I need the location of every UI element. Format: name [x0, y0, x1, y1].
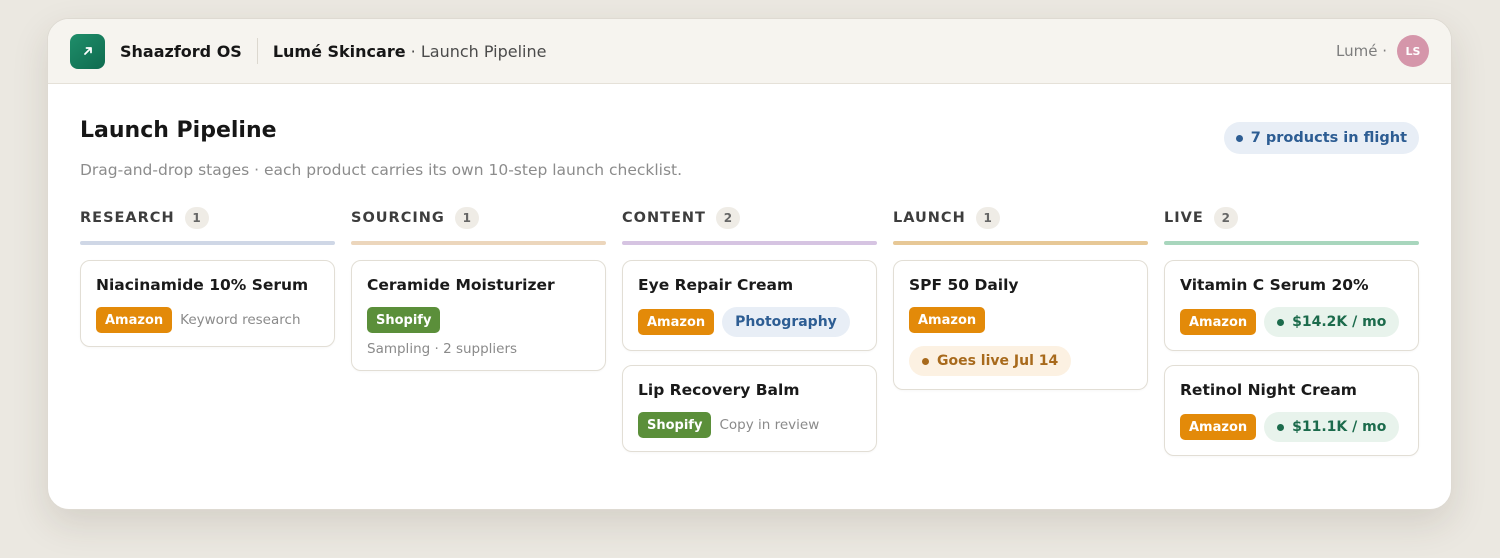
channel-tag-amazon: Amazon	[638, 309, 715, 335]
card-title: Retinol Night Cream	[1180, 381, 1357, 399]
column-divider	[1164, 241, 1419, 245]
status-dot-icon	[1277, 423, 1285, 431]
channel-tag-amazon: Amazon	[1180, 414, 1257, 440]
product-card[interactable]: Niacinamide 10% Serum Amazon Keyword res…	[80, 260, 335, 347]
product-card[interactable]: SPF 50 Daily Amazon Goes live Jul 14	[893, 260, 1148, 390]
breadcrumb-page: Launch Pipeline	[420, 41, 547, 61]
channel-tag-amazon: Amazon	[1180, 309, 1257, 335]
product-card[interactable]: Ceramide Moisturizer Shopify Sampling · …	[351, 260, 606, 371]
launch-date-label: Goes live Jul 14	[937, 353, 1059, 369]
column-header: CONTENT 2	[622, 206, 877, 230]
status-dot-icon	[1235, 134, 1243, 142]
in-flight-badge: 7 products in flight	[1223, 122, 1419, 154]
column-divider	[351, 241, 606, 245]
breadcrumb: Lumé Skincare · Launch Pipeline	[273, 42, 547, 61]
column-content: CONTENT 2 Eye Repair Cream Amazon Photog…	[622, 206, 877, 456]
top-bar: Shaazford OS Lumé Skincare · Launch Pipe…	[48, 19, 1451, 84]
in-flight-label: 7 products in flight	[1250, 130, 1407, 146]
column-research: RESEARCH 1 Niacinamide 10% Serum Amazon …	[80, 206, 335, 456]
card-title: SPF 50 Daily	[909, 276, 1019, 294]
card-title: Ceramide Moisturizer	[367, 276, 555, 294]
column-divider	[893, 241, 1148, 245]
card-note: Sampling · 2 suppliers	[367, 341, 518, 357]
column-launch: LAUNCH 1 SPF 50 Daily Amazon Goes live J…	[893, 206, 1148, 456]
channel-tag-shopify: Shopify	[367, 307, 441, 333]
column-header: LIVE 2	[1164, 206, 1419, 230]
column-title: SOURCING	[351, 210, 445, 226]
status-dot-icon	[922, 357, 929, 365]
revenue-pill: $14.2K / mo	[1264, 307, 1400, 337]
product-card[interactable]: Eye Repair Cream Amazon Photography	[622, 260, 877, 351]
divider	[256, 38, 258, 64]
app-name: Shaazford OS	[120, 41, 242, 61]
column-count-badge: 1	[975, 207, 1000, 229]
column-sourcing: SOURCING 1 Ceramide Moisturizer Shopify …	[351, 206, 606, 456]
revenue-label: $11.1K / mo	[1292, 419, 1387, 435]
card-title: Eye Repair Cream	[638, 276, 794, 294]
product-card[interactable]: Lip Recovery Balm Shopify Copy in review	[622, 365, 877, 452]
column-title: CONTENT	[622, 210, 706, 226]
card-note: Copy in review	[719, 417, 820, 433]
main-content: Launch Pipeline Drag-and-drop stages · e…	[48, 84, 1451, 456]
column-title: LIVE	[1164, 210, 1204, 226]
product-card[interactable]: Vitamin C Serum 20% Amazon $14.2K / mo	[1164, 260, 1419, 351]
column-divider	[622, 241, 877, 245]
column-count-badge: 2	[715, 207, 740, 229]
stage-pill: Photography	[722, 307, 850, 337]
user-name: Lumé ·	[1336, 42, 1387, 60]
column-header: SOURCING 1	[351, 206, 606, 230]
launch-date-pill: Goes live Jul 14	[909, 346, 1072, 376]
kanban-board: RESEARCH 1 Niacinamide 10% Serum Amazon …	[80, 206, 1419, 456]
app-logo[interactable]	[70, 33, 105, 69]
column-title: RESEARCH	[80, 210, 175, 226]
revenue-pill: $11.1K / mo	[1264, 412, 1400, 442]
column-live: LIVE 2 Vitamin C Serum 20% Amazon $14.2K…	[1164, 206, 1419, 456]
status-dot-icon	[1277, 318, 1285, 326]
page-title: Launch Pipeline	[80, 118, 277, 143]
revenue-label: $14.2K / mo	[1292, 314, 1387, 330]
product-card[interactable]: Retinol Night Cream Amazon $11.1K / mo	[1164, 365, 1419, 456]
column-header: LAUNCH 1	[893, 206, 1148, 230]
arrow-up-right-icon	[83, 47, 92, 55]
card-note: Keyword research	[180, 312, 301, 328]
column-count-badge: 1	[184, 207, 209, 229]
column-title: LAUNCH	[893, 210, 966, 226]
breadcrumb-separator: ·	[410, 41, 416, 61]
column-count-badge: 1	[454, 207, 479, 229]
column-count-badge: 2	[1213, 207, 1238, 229]
page-subtitle: Drag-and-drop stages · each product carr…	[80, 161, 683, 179]
card-title: Niacinamide 10% Serum	[96, 276, 309, 294]
card-title: Vitamin C Serum 20%	[1180, 276, 1369, 294]
channel-tag-amazon: Amazon	[96, 307, 173, 333]
column-header: RESEARCH 1	[80, 206, 335, 230]
avatar[interactable]: LS	[1397, 35, 1429, 67]
breadcrumb-workspace[interactable]: Lumé Skincare	[273, 42, 406, 61]
channel-tag-amazon: Amazon	[909, 307, 986, 333]
card-title: Lip Recovery Balm	[638, 381, 800, 399]
channel-tag-shopify: Shopify	[638, 412, 712, 438]
column-divider	[80, 241, 335, 245]
app-window: Shaazford OS Lumé Skincare · Launch Pipe…	[47, 18, 1452, 510]
